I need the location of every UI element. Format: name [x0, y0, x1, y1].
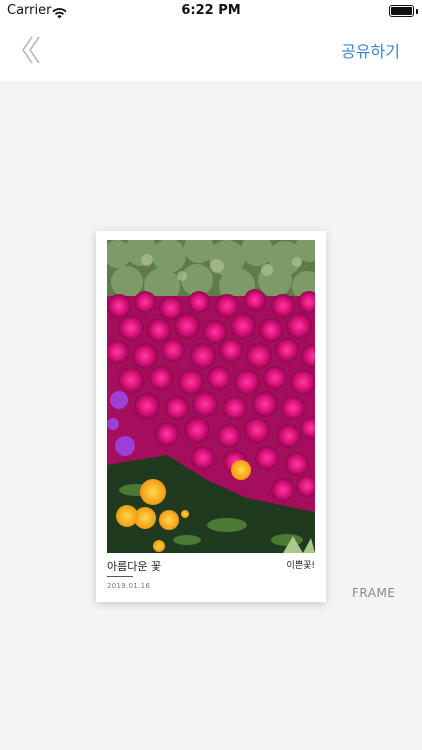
double-chevron-left-icon — [22, 36, 40, 64]
status-bar: Carrier 6:22 PM — [0, 0, 422, 22]
caption-divider — [107, 576, 133, 577]
status-time: 6:22 PM — [181, 3, 241, 18]
battery-icon — [389, 5, 414, 17]
flowers-photo — [107, 240, 315, 553]
nav-bar: 공유하기 — [0, 22, 422, 81]
caption-date: 2019.01.16 — [107, 582, 151, 590]
caption-title: 아름다운 꽃 — [107, 560, 162, 573]
battery-fill — [391, 7, 412, 15]
share-button[interactable]: 공유하기 — [341, 38, 400, 62]
photo-card[interactable]: 아름다운 꽃 이쁜꽃! 2019.01.16 — [96, 231, 326, 602]
battery-cap — [416, 9, 418, 14]
back-button[interactable] — [14, 32, 48, 68]
frame-button[interactable]: FRAME — [352, 586, 395, 600]
caption-tag: 이쁜꽃! — [286, 561, 315, 571]
